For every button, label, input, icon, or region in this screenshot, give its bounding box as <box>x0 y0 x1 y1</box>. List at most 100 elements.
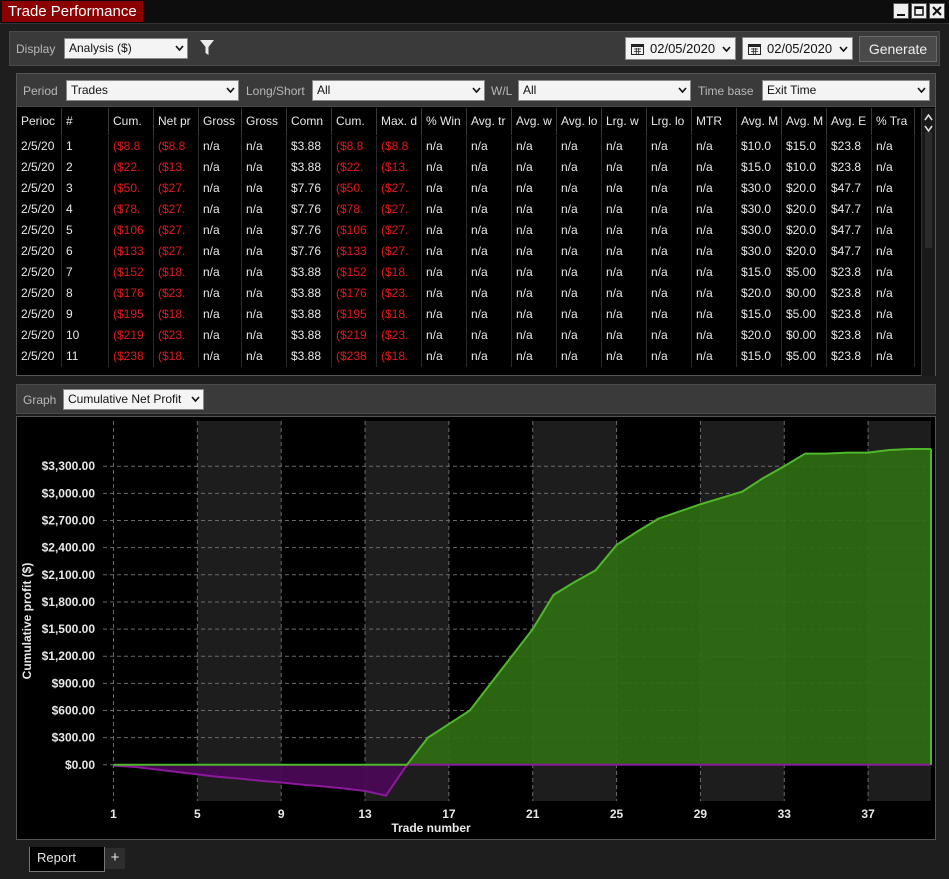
column-header[interactable]: Gross <box>199 108 242 135</box>
column-header[interactable]: Avg. E <box>827 108 872 135</box>
wl-select-value: All <box>523 83 537 97</box>
table-cell: n/a <box>422 262 467 283</box>
add-tab-button[interactable]: + <box>105 848 125 869</box>
period-select-value: Trades <box>71 83 108 97</box>
table-cell: ($23. <box>377 325 422 346</box>
column-header[interactable]: Avg. lo <box>557 108 602 135</box>
tab-report[interactable]: Report <box>29 847 105 872</box>
table-cell: n/a <box>872 178 915 199</box>
table-cell: 2/5/20 <box>17 346 62 367</box>
table-cell: n/a <box>872 283 915 304</box>
table-row[interactable]: 2/5/20 8 ($176 ($23. n/a n/a $3.88 ($176 ($23. n/… <box>17 283 921 304</box>
column-header[interactable]: Lrg. lo <box>647 108 692 135</box>
longshort-select[interactable]: All <box>312 80 485 101</box>
table-cell: n/a <box>422 304 467 325</box>
table-row[interactable]: 2/5/20 4 ($78. ($27. n/a n/a $7.76 ($78. ($27. n/… <box>17 199 921 220</box>
table-cell: $10.0 <box>737 136 782 157</box>
scrollbar-thumb[interactable] <box>925 132 932 248</box>
graph-type-select[interactable]: Cumulative Net Profit <box>63 389 204 410</box>
table-cell: ($18. <box>154 304 199 325</box>
table-cell: 2/5/20 <box>17 220 62 241</box>
column-header[interactable]: Cum. <box>332 108 377 135</box>
table-cell: n/a <box>512 325 557 346</box>
table-cell: ($106 <box>109 220 154 241</box>
table-cell: ($176 <box>332 283 377 304</box>
table-row[interactable]: 2/5/20 6 ($133 ($27. n/a n/a $7.76 ($133 ($27. n/… <box>17 241 921 262</box>
table-cell: n/a <box>872 220 915 241</box>
table-row[interactable]: 2/5/20 2 ($22. ($13. n/a n/a $3.88 ($22. ($13. n/… <box>17 157 921 178</box>
table-cell: n/a <box>557 283 602 304</box>
table-cell: 2/5/20 <box>17 136 62 157</box>
chevron-down-icon <box>722 46 731 53</box>
column-header[interactable]: Avg. M <box>737 108 782 135</box>
column-header[interactable]: Avg. tr <box>467 108 512 135</box>
table-cell: $3.88 <box>287 346 332 367</box>
table-cell: $30.0 <box>737 178 782 199</box>
table-cell: n/a <box>467 325 512 346</box>
table-row[interactable]: 2/5/20 3 ($50. ($27. n/a n/a $7.76 ($50. ($27. n/… <box>17 178 921 199</box>
table-row[interactable]: 2/5/20 10 ($219 ($23. n/a n/a $3.88 ($219 ($23. n… <box>17 325 921 346</box>
column-header[interactable]: % Tra <box>872 108 915 135</box>
table-cell: ($78. <box>332 199 377 220</box>
chevron-down-icon[interactable] <box>924 125 933 132</box>
maximize-button[interactable] <box>911 3 927 19</box>
x-tick-label: 13 <box>358 807 372 821</box>
wl-select[interactable]: All <box>518 80 691 101</box>
generate-button[interactable]: Generate <box>859 36 937 62</box>
x-tick-label: 9 <box>278 807 285 821</box>
table-cell: n/a <box>422 325 467 346</box>
table-cell: ($22. <box>332 157 377 178</box>
chevron-up-icon[interactable] <box>924 114 933 121</box>
column-header[interactable]: Lrg. w <box>602 108 647 135</box>
table-cell: n/a <box>557 199 602 220</box>
date-from-picker[interactable]: 02/05/2020 <box>625 37 736 60</box>
table-cell: n/a <box>692 304 737 325</box>
column-header[interactable]: Comn <box>287 108 332 135</box>
table-cell: $47.7 <box>827 220 872 241</box>
display-select[interactable]: Analysis ($) <box>64 38 188 59</box>
column-header[interactable]: Net pr <box>154 108 199 135</box>
table-cell: n/a <box>692 178 737 199</box>
table-cell: ($152 <box>332 262 377 283</box>
close-button[interactable] <box>929 3 945 19</box>
y-tick-label: $600.00 <box>52 704 96 718</box>
column-header[interactable]: Cum. <box>109 108 154 135</box>
column-header[interactable]: Avg. w <box>512 108 557 135</box>
date-to-picker[interactable]: 02/05/2020 <box>742 37 853 60</box>
table-cell: $7.76 <box>287 199 332 220</box>
period-select[interactable]: Trades <box>66 80 239 101</box>
table-cell: ($219 <box>332 325 377 346</box>
table-cell: n/a <box>422 283 467 304</box>
filter-icon[interactable] <box>200 40 214 56</box>
chevron-down-icon <box>175 45 184 52</box>
minimize-button[interactable] <box>893 3 909 19</box>
table-cell: $23.8 <box>827 346 872 367</box>
table-cell: $7.76 <box>287 178 332 199</box>
table-row[interactable]: 2/5/20 9 ($195 ($18. n/a n/a $3.88 ($195 ($18. n/… <box>17 304 921 325</box>
column-header[interactable]: Avg. M <box>782 108 827 135</box>
table-row[interactable]: 2/5/20 11 ($238 ($18. n/a n/a $3.88 ($238 ($18. n… <box>17 346 921 367</box>
table-vertical-scrollbar[interactable] <box>921 108 935 376</box>
table-row[interactable]: 2/5/20 7 ($152 ($18. n/a n/a $3.88 ($152 ($18. n/… <box>17 262 921 283</box>
table-cell: $23.8 <box>827 157 872 178</box>
column-header[interactable]: Perioc <box>17 108 62 135</box>
table-cell: $23.8 <box>827 136 872 157</box>
table-cell: $3.88 <box>287 262 332 283</box>
table-row[interactable]: 2/5/20 1 ($8.8 ($8.8 n/a n/a $3.88 ($8.8 ($8.8 n/… <box>17 136 921 157</box>
column-header[interactable]: Gross <box>242 108 287 135</box>
table-row[interactable]: 2/5/20 5 ($106 ($27. n/a n/a $7.76 ($106 ($27. n/… <box>17 220 921 241</box>
table-cell: n/a <box>467 178 512 199</box>
column-header[interactable]: MTR <box>692 108 737 135</box>
date-to-value: 02/05/2020 <box>767 41 833 56</box>
column-header[interactable]: % Win <box>422 108 467 135</box>
graph-type-select-value: Cumulative Net Profit <box>68 392 182 406</box>
column-header[interactable]: Max. d <box>377 108 422 135</box>
table-cell: $3.88 <box>287 325 332 346</box>
column-header[interactable]: # <box>62 108 109 135</box>
table-cell: $15.0 <box>737 262 782 283</box>
table-cell: ($238 <box>332 346 377 367</box>
x-tick-label: 17 <box>442 807 456 821</box>
table-cell: $30.0 <box>737 220 782 241</box>
table-cell: n/a <box>557 262 602 283</box>
timebase-select[interactable]: Exit Time <box>762 80 930 101</box>
